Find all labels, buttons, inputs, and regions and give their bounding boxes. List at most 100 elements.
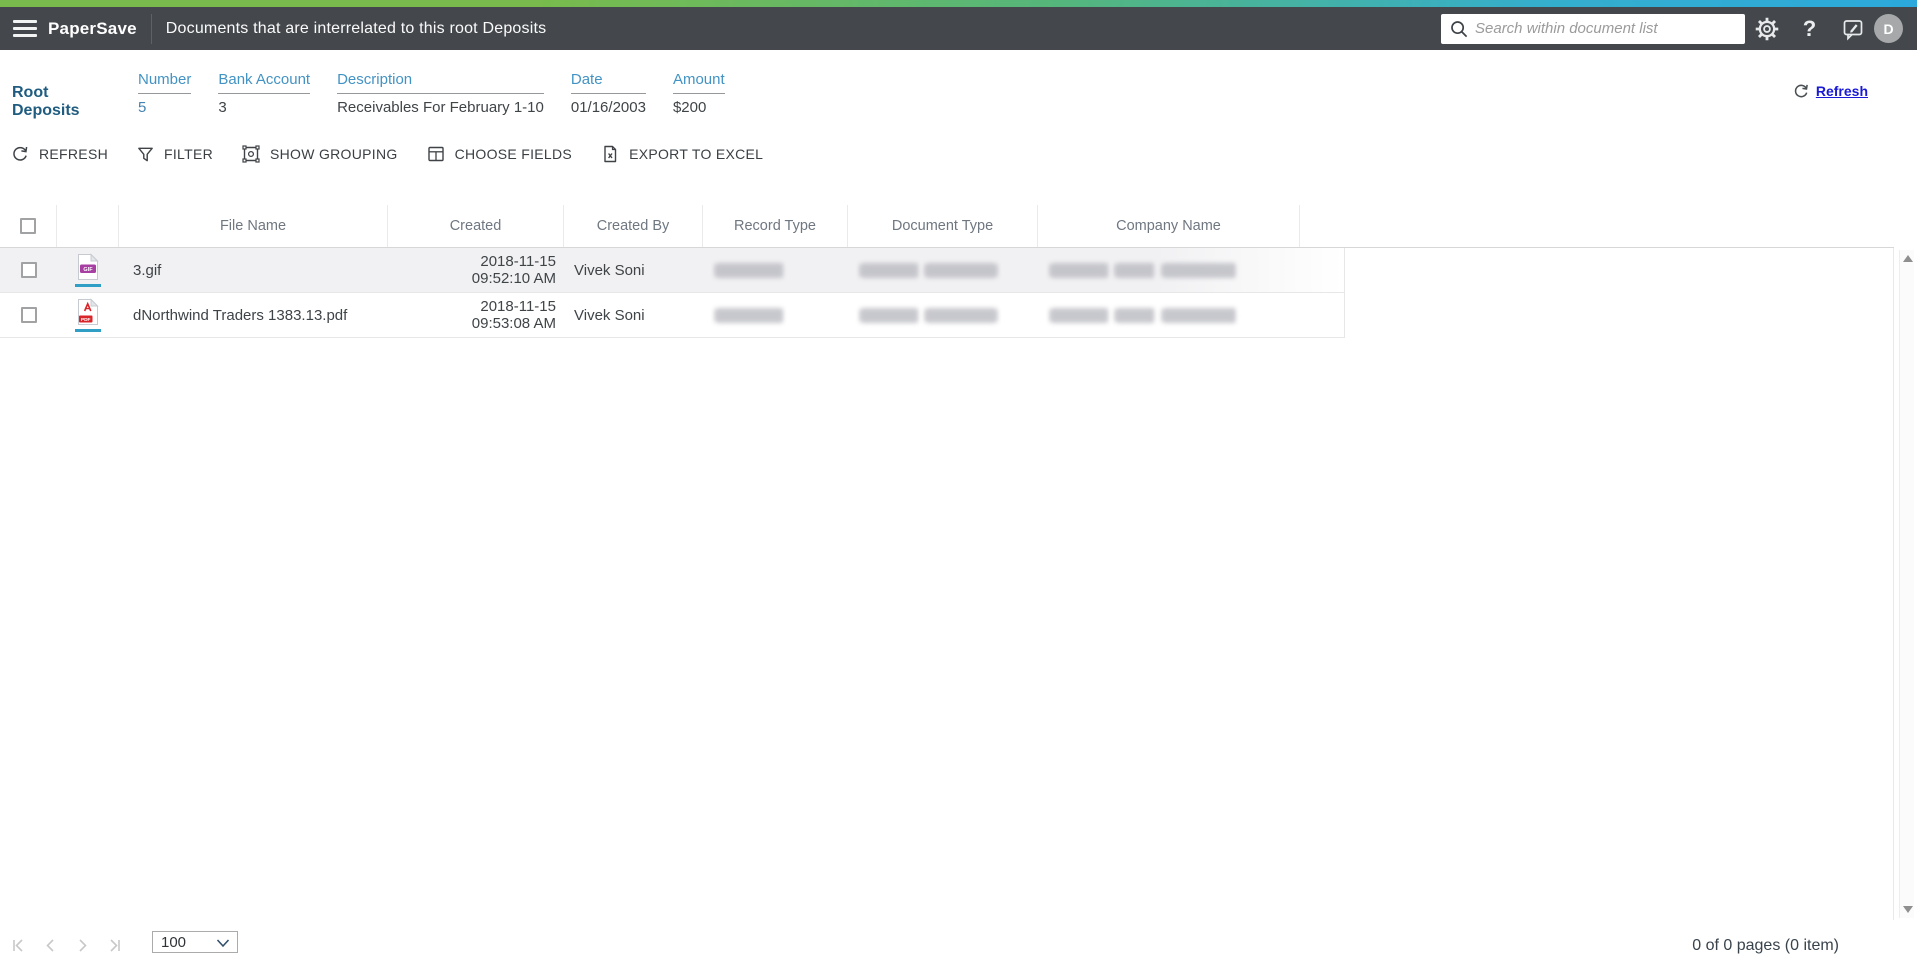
- blurred-text: [1050, 262, 1108, 278]
- scroll-down-arrow-icon[interactable]: [1903, 906, 1913, 913]
- refresh-button[interactable]: REFRESH: [10, 144, 108, 164]
- refresh-icon: [1794, 84, 1808, 98]
- blurred-text: [1162, 262, 1236, 278]
- file-icon-underline: [75, 329, 101, 332]
- gif-file-icon[interactable]: GIF: [75, 253, 101, 287]
- page-size-value: 100: [161, 933, 187, 951]
- field-amount: Amount $200: [672, 71, 725, 116]
- previous-page-icon[interactable]: [42, 937, 59, 954]
- top-app-bar: PaperSave Documents that are interrelate…: [0, 7, 1917, 50]
- column-header-company-name[interactable]: Company Name: [1038, 205, 1300, 247]
- blurred-text: [715, 307, 783, 323]
- column-header-document-type[interactable]: Document Type: [848, 205, 1038, 247]
- export-to-excel-button-label: EXPORT TO EXCEL: [629, 146, 764, 162]
- field-value: 3: [218, 99, 227, 116]
- grouping-icon: [242, 145, 260, 163]
- search-input[interactable]: [1469, 20, 1745, 37]
- page-size-select[interactable]: 100: [152, 931, 238, 953]
- field-label: Number: [138, 71, 192, 94]
- company-name-cell-blurred: [1038, 293, 1300, 337]
- file-name-cell[interactable]: dNorthwind Traders 1383.13.pdf: [119, 293, 388, 337]
- last-page-icon[interactable]: [106, 937, 123, 954]
- choose-fields-icon: [427, 146, 444, 162]
- app-brand: PaperSave: [48, 18, 137, 38]
- blurred-text: [925, 307, 997, 323]
- column-header-created[interactable]: Created: [388, 205, 564, 247]
- company-name-cell-blurred: [1038, 248, 1300, 292]
- blurred-text: [860, 307, 918, 323]
- export-to-excel-button[interactable]: EXPORT TO EXCEL: [600, 144, 763, 164]
- choose-fields-button[interactable]: CHOOSE FIELDS: [426, 144, 572, 164]
- field-date: Date 01/16/2003: [570, 71, 646, 116]
- field-value: $200: [672, 99, 707, 116]
- created-cell: 2018-11-15 09:52:10 AM: [388, 248, 564, 292]
- header-refresh-label: Refresh: [1815, 83, 1868, 99]
- table-row[interactable]: PDF dNorthwind Traders 1383.13.pdf 2018-…: [0, 293, 1345, 338]
- header-empty-area: [1344, 205, 1894, 247]
- column-header-file-name[interactable]: File Name: [119, 205, 388, 247]
- gear-icon: [1755, 17, 1778, 40]
- topbar-divider: [150, 13, 152, 44]
- created-time: 09:52:10 AM: [471, 270, 556, 287]
- created-cell: 2018-11-15 09:53:08 AM: [388, 293, 564, 337]
- column-label: Created By: [596, 218, 670, 234]
- file-name-cell[interactable]: 3.gif: [119, 248, 388, 292]
- record-header: Root Deposits Number 5 Bank Account 3 De…: [0, 50, 1917, 135]
- table-row[interactable]: GIF 3.gif 2018-11-15 09:52:10 AM Vivek S…: [0, 248, 1345, 293]
- pdf-file-icon[interactable]: PDF: [75, 298, 101, 332]
- settings-button[interactable]: [1745, 16, 1788, 42]
- blurred-text: [1050, 307, 1108, 323]
- field-label: Amount: [672, 71, 725, 94]
- created-time: 09:53:08 AM: [471, 315, 556, 332]
- user-avatar[interactable]: D: [1874, 14, 1903, 43]
- file-icon-underline: [75, 284, 101, 287]
- column-header-created-by[interactable]: Created By: [564, 205, 703, 247]
- field-value: 5: [138, 99, 147, 116]
- column-label: Document Type: [891, 218, 994, 234]
- column-label: Company Name: [1116, 218, 1221, 234]
- pager-controls: [10, 937, 123, 954]
- column-label: Record Type: [734, 218, 816, 234]
- column-label: File Name: [219, 218, 287, 234]
- grid-toolbar: REFRESH FILTER SHOW GROUPING CHOOSE FIEL…: [0, 138, 1917, 170]
- next-page-icon[interactable]: [74, 937, 91, 954]
- menu-icon[interactable]: [13, 16, 37, 41]
- column-header-record-type[interactable]: Record Type: [703, 205, 848, 247]
- created-date: 2018-11-15: [480, 253, 556, 270]
- help-icon: ?: [1802, 15, 1817, 41]
- blurred-text: [1115, 262, 1155, 278]
- row-checkbox[interactable]: [20, 307, 37, 323]
- record-fields: Number 5 Bank Account 3 Description Rece…: [138, 71, 725, 116]
- field-label: Description: [337, 71, 544, 94]
- first-page-icon[interactable]: [10, 937, 27, 954]
- show-grouping-button[interactable]: SHOW GROUPING: [241, 144, 398, 164]
- created-date: 2018-11-15: [480, 298, 556, 315]
- field-value: 01/16/2003: [570, 99, 646, 116]
- field-number: Number 5: [138, 71, 192, 116]
- blurred-text: [1115, 307, 1155, 323]
- feedback-pencil-icon: [1843, 19, 1862, 41]
- header-filler-cell: [1300, 205, 1344, 247]
- feedback-button[interactable]: [1831, 17, 1874, 41]
- field-bank-account: Bank Account 3: [218, 71, 311, 116]
- scroll-up-arrow-icon[interactable]: [1903, 255, 1913, 262]
- pdf-badge: PDF: [81, 317, 91, 323]
- field-description: Description Receivables For February 1-1…: [337, 71, 544, 116]
- search-icon: [1451, 20, 1468, 37]
- pagination-summary: 0 of 0 pages (0 item): [1692, 937, 1839, 954]
- refresh-button-label: REFRESH: [39, 146, 108, 162]
- column-label: Created: [449, 218, 502, 234]
- row-checkbox[interactable]: [20, 262, 37, 278]
- header-refresh-link[interactable]: Refresh: [1792, 82, 1868, 100]
- brand-gradient-bar: [0, 0, 1917, 7]
- help-button[interactable]: ?: [1788, 16, 1831, 42]
- created-by-cell: Vivek Soni: [574, 306, 645, 324]
- file-icon-column-header[interactable]: [57, 205, 119, 247]
- page-title: Documents that are interrelated to this …: [165, 19, 547, 37]
- select-all-checkbox[interactable]: [20, 218, 36, 234]
- choose-fields-button-label: CHOOSE FIELDS: [454, 146, 573, 162]
- blurred-text: [860, 262, 918, 278]
- vertical-scrollbar[interactable]: [1899, 250, 1914, 918]
- filter-button[interactable]: FILTER: [136, 145, 213, 164]
- table-header-row: File Name Created Created By Record Type…: [0, 205, 1894, 248]
